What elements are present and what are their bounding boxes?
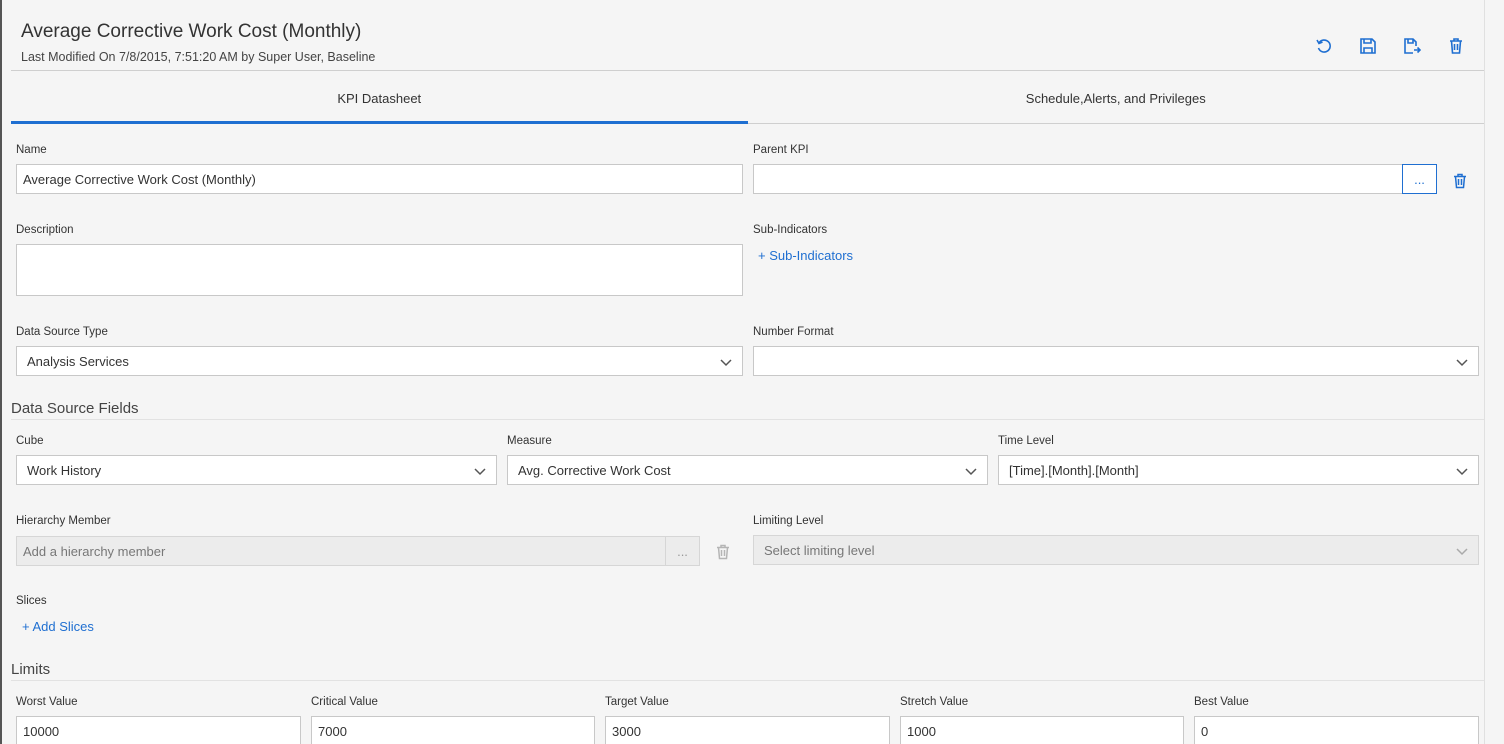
chevron-down-icon [965, 465, 977, 477]
best-value-field[interactable]: 0 [1194, 716, 1479, 744]
save-button[interactable] [1358, 36, 1378, 56]
page-title: Average Corrective Work Cost (Monthly) [21, 21, 362, 42]
worst-value-field[interactable]: 10000 [16, 716, 301, 744]
hierarchy-member-browse-button[interactable]: ... [665, 536, 700, 566]
data-source-type-select[interactable]: Analysis Services [16, 346, 743, 376]
description-field[interactable] [16, 244, 743, 296]
add-slices-link[interactable]: + Add Slices [22, 619, 94, 634]
section-divider [11, 419, 1484, 420]
tab-kpi-datasheet[interactable]: KPI Datasheet [11, 74, 748, 124]
critical-value-field[interactable]: 7000 [311, 716, 595, 744]
chevron-down-icon [474, 465, 486, 477]
tab-bar: KPI Datasheet Schedule,Alerts, and Privi… [11, 74, 1484, 124]
left-border [0, 0, 2, 744]
name-field[interactable]: Average Corrective Work Cost (Monthly) [16, 164, 743, 194]
section-divider [11, 680, 1484, 681]
time-level-select[interactable]: [Time].[Month].[Month] [998, 455, 1479, 485]
parent-kpi-browse-button[interactable]: ... [1402, 164, 1437, 194]
cube-label: Cube [16, 435, 44, 447]
save-as-icon [1404, 38, 1421, 54]
name-label: Name [16, 144, 47, 156]
time-level-label: Time Level [998, 435, 1054, 447]
sub-indicators-label: Sub-Indicators [753, 224, 828, 236]
description-label: Description [16, 224, 74, 236]
tab-schedule-alerts-privileges[interactable]: Schedule,Alerts, and Privileges [748, 74, 1485, 123]
delete-icon [1450, 38, 1462, 54]
cube-select[interactable]: Work History [16, 455, 497, 485]
chevron-down-icon [1456, 465, 1468, 477]
parent-kpi-label: Parent KPI [753, 144, 809, 156]
parent-kpi-field[interactable] [753, 164, 1403, 194]
measure-select[interactable]: Avg. Corrective Work Cost [507, 455, 988, 485]
target-value-field[interactable]: 3000 [605, 716, 890, 744]
slices-label: Slices [16, 595, 47, 607]
cube-value: Work History [27, 462, 102, 478]
stretch-value-label: Stretch Value [900, 696, 969, 708]
data-source-fields-title: Data Source Fields [11, 400, 139, 417]
time-level-value: [Time].[Month].[Month] [1009, 462, 1139, 478]
hierarchy-member-field[interactable]: Add a hierarchy member [16, 536, 666, 566]
chevron-down-icon [1456, 356, 1468, 368]
toolbar [1314, 36, 1466, 56]
data-source-type-value: Analysis Services [27, 353, 129, 369]
limiting-level-placeholder: Select limiting level [764, 542, 875, 558]
page-header: Average Corrective Work Cost (Monthly) L… [11, 0, 1484, 71]
save-as-button[interactable] [1402, 36, 1422, 56]
delete-button[interactable] [1446, 36, 1466, 56]
critical-value-label: Critical Value [311, 696, 378, 708]
worst-value-label: Worst Value [16, 696, 78, 708]
data-source-type-label: Data Source Type [16, 326, 108, 338]
right-border [1484, 0, 1485, 744]
save-icon [1360, 38, 1376, 54]
hierarchy-member-label: Hierarchy Member [16, 515, 111, 527]
number-format-select[interactable] [753, 346, 1479, 376]
measure-label: Measure [507, 435, 552, 447]
trash-icon [1454, 173, 1466, 189]
undo-icon [1316, 39, 1331, 53]
stretch-value-field[interactable]: 1000 [900, 716, 1184, 744]
hierarchy-member-clear-button[interactable] [715, 544, 731, 560]
limiting-level-label: Limiting Level [753, 515, 824, 527]
target-value-label: Target Value [605, 696, 669, 708]
undo-button[interactable] [1314, 36, 1334, 56]
best-value-label: Best Value [1194, 696, 1249, 708]
parent-kpi-clear-button[interactable] [1452, 173, 1468, 189]
limits-title: Limits [11, 661, 51, 678]
limiting-level-select[interactable]: Select limiting level [753, 535, 1479, 565]
chevron-down-icon [1456, 545, 1468, 557]
last-modified-text: Last Modified On 7/8/2015, 7:51:20 AM by… [21, 50, 376, 64]
add-sub-indicators-link[interactable]: + Sub-Indicators [758, 248, 853, 263]
chevron-down-icon [720, 356, 732, 368]
number-format-label: Number Format [753, 326, 834, 338]
trash-icon [717, 544, 729, 560]
measure-value: Avg. Corrective Work Cost [518, 462, 671, 478]
